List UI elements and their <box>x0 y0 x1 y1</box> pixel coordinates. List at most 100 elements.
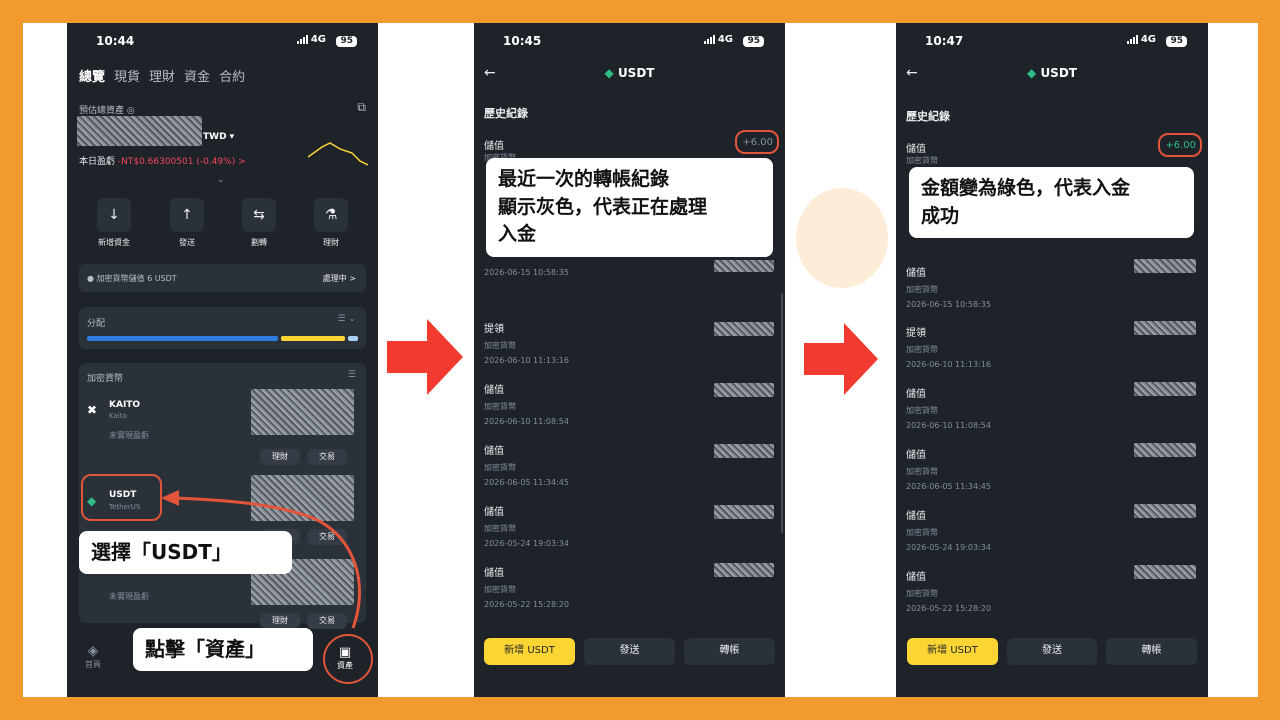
blurred-amount <box>714 383 774 397</box>
allocation-segment-light <box>347 336 358 341</box>
blurred-amount <box>714 563 774 577</box>
step-arrow-icon-2 <box>804 323 878 395</box>
usdt-logo-icon: ◆ <box>604 66 614 80</box>
status-time: 10:44 <box>96 34 135 48</box>
flask-icon: ⚗ <box>314 198 348 232</box>
callout-select-usdt: 選擇「USDT」 <box>79 531 292 574</box>
amount-highlight-ring <box>735 130 779 154</box>
usdt-highlight-ring <box>81 474 162 521</box>
history-record[interactable]: 儲值 加密貨幣 2026-06-05 11:34:45 <box>906 446 991 491</box>
kaito-earn-button[interactable]: 理財 <box>260 449 300 465</box>
scrollbar[interactable] <box>781 293 783 533</box>
pending-deposit-notice[interactable]: ● 加密貨幣儲值 6 USDT 處理中 > <box>79 264 366 292</box>
signal-indicator: 4G <box>1126 34 1156 45</box>
page-title: ◆ USDT <box>1027 66 1077 80</box>
history-record[interactable]: 2026-06-15 10:58:35 <box>484 263 569 277</box>
blurred-kaito-value <box>251 389 354 435</box>
battery-icon: 95 <box>1166 36 1187 47</box>
callout-success-green: 金額變為綠色，代表入金 成功 <box>909 167 1194 239</box>
action-earn[interactable]: ⚗ 理財 <box>306 198 356 248</box>
history-record[interactable]: 儲值 加密貨幣 2026-05-24 19:03:34 <box>484 503 569 548</box>
history-record[interactable]: 儲值 加密貨幣 2026-06-10 11:08:54 <box>906 385 991 430</box>
tab-overview[interactable]: 總覽 <box>79 66 105 85</box>
crypto-label: 加密貨幣 <box>87 374 124 384</box>
tab-futures[interactable]: 合約 <box>219 66 245 85</box>
network-label: 4G <box>310 34 326 45</box>
callout-click-assets: 點擊「資產」 <box>133 628 313 671</box>
status-time: 10:47 <box>925 34 964 48</box>
arrow-down-icon: ↓ <box>97 198 131 232</box>
history-record[interactable]: 儲值 加密貨幣 2026-05-24 19:03:34 <box>906 507 991 552</box>
blurred-amount <box>714 322 774 336</box>
action-deposit[interactable]: ↓ 新增資金 <box>89 198 139 248</box>
signal-icon <box>1126 35 1138 44</box>
allocation-bar <box>87 336 358 341</box>
network-label: 4G <box>717 34 733 45</box>
add-usdt-button[interactable]: 新增 USDT <box>484 638 575 665</box>
history-record[interactable]: 儲值 加密貨幣 2026-05-22 15:28:20 <box>906 568 991 613</box>
notice-status: 處理中 > <box>322 274 356 283</box>
transfer-button[interactable]: 轉帳 <box>684 638 775 665</box>
signal-indicator: 4G <box>296 34 326 45</box>
daily-pnl[interactable]: 本日盈虧 -NT$0.66300501 (-0.49%) > <box>79 154 246 167</box>
sort-icon[interactable]: ☰ <box>348 370 356 380</box>
history-heading: 歷史紀錄 <box>484 107 528 120</box>
signal-indicator: 4G <box>703 34 733 45</box>
action-send[interactable]: ↑ 發送 <box>162 198 212 248</box>
add-usdt-button[interactable]: 新增 USDT <box>907 638 998 665</box>
eye-icon[interactable]: ◎ <box>127 106 135 116</box>
notice-text: ● 加密貨幣儲值 6 USDT <box>87 274 177 283</box>
allocation-card: 分配 ☰ ⌄ <box>79 307 366 349</box>
estimated-balance-label: 預估總資產 ◎ <box>79 106 135 116</box>
kaito-trade-button[interactable]: 交易 <box>307 449 347 465</box>
tutorial-canvas: 10:44 4G 95 總覽 現貨 理財 資金 合約 預估總資產 ◎ ⧉ TWD… <box>23 23 1258 697</box>
status-bar: 10:47 4G 95 <box>896 34 1208 52</box>
battery-icon: 95 <box>336 36 357 47</box>
network-label: 4G <box>1140 34 1156 45</box>
send-button[interactable]: 發送 <box>1007 638 1097 665</box>
blurred-amount <box>1134 504 1196 518</box>
send-button[interactable]: 發送 <box>584 638 675 665</box>
history-heading: 歷史紀錄 <box>906 110 950 123</box>
blurred-amount <box>714 505 774 519</box>
battery-icon: 95 <box>743 36 764 47</box>
first-record-type: 儲值 <box>484 141 504 152</box>
action-transfer[interactable]: ⇆ 劃轉 <box>234 198 284 248</box>
kaito-logo-icon: ✖ <box>87 403 98 417</box>
history-record[interactable]: 儲值 加密貨幣 2026-06-15 10:58:35 <box>906 264 991 309</box>
blurred-amount <box>1134 321 1196 335</box>
transfer-button[interactable]: 轉帳 <box>1106 638 1197 665</box>
status-time: 10:45 <box>503 34 542 48</box>
asset-tabs: 總覽 現貨 理財 資金 合約 <box>79 66 245 85</box>
nav-home[interactable]: ◈ 首頁 <box>85 643 101 670</box>
coin-sub-kaito: Kaito <box>109 412 127 420</box>
pnl-label: 本日盈虧 <box>79 157 116 167</box>
tab-funding[interactable]: 資金 <box>184 66 210 85</box>
blurred-balance <box>77 116 202 146</box>
chevron-down-icon[interactable]: ⌄ <box>217 175 225 185</box>
history-record[interactable]: 儲值 加密貨幣 2026-06-10 11:08:54 <box>484 381 569 426</box>
coin-name-kaito[interactable]: KAITO <box>109 400 140 410</box>
history-record[interactable]: 儲值 加密貨幣 2026-06-05 11:34:45 <box>484 442 569 487</box>
step-arrow-icon <box>387 319 463 395</box>
blurred-amount <box>1134 565 1196 579</box>
history-record[interactable]: 提領 加密貨幣 2026-06-10 11:13:16 <box>484 320 569 365</box>
callout-pending-gray: 最近一次的轉帳紀錄 顯示灰色，代表正在處理 入金 <box>486 158 773 257</box>
first-record-type: 儲值 <box>906 144 926 155</box>
blurred-amount <box>714 444 774 458</box>
watermark-logo <box>796 188 888 288</box>
history-record[interactable]: 儲值 加密貨幣 2026-05-22 15:28:20 <box>484 564 569 609</box>
filter-icon[interactable]: ☰ ⌄ <box>338 314 356 324</box>
home-icon: ◈ <box>87 643 99 659</box>
amount-highlight-ring <box>1158 133 1202 157</box>
history-icon[interactable]: ⧉ <box>357 100 366 115</box>
blurred-amount <box>714 260 774 272</box>
history-record[interactable]: 提領 加密貨幣 2026-06-10 11:13:16 <box>906 324 991 369</box>
currency-selector[interactable]: TWD ▾ <box>203 132 234 142</box>
status-bar: 10:45 4G 95 <box>474 34 785 52</box>
usdt-logo-icon: ◆ <box>1027 66 1037 80</box>
allocation-label: 分配 <box>87 319 106 329</box>
tab-spot[interactable]: 現貨 <box>114 66 140 85</box>
tab-earn[interactable]: 理財 <box>149 66 175 85</box>
allocation-segment-yellow <box>281 336 345 341</box>
